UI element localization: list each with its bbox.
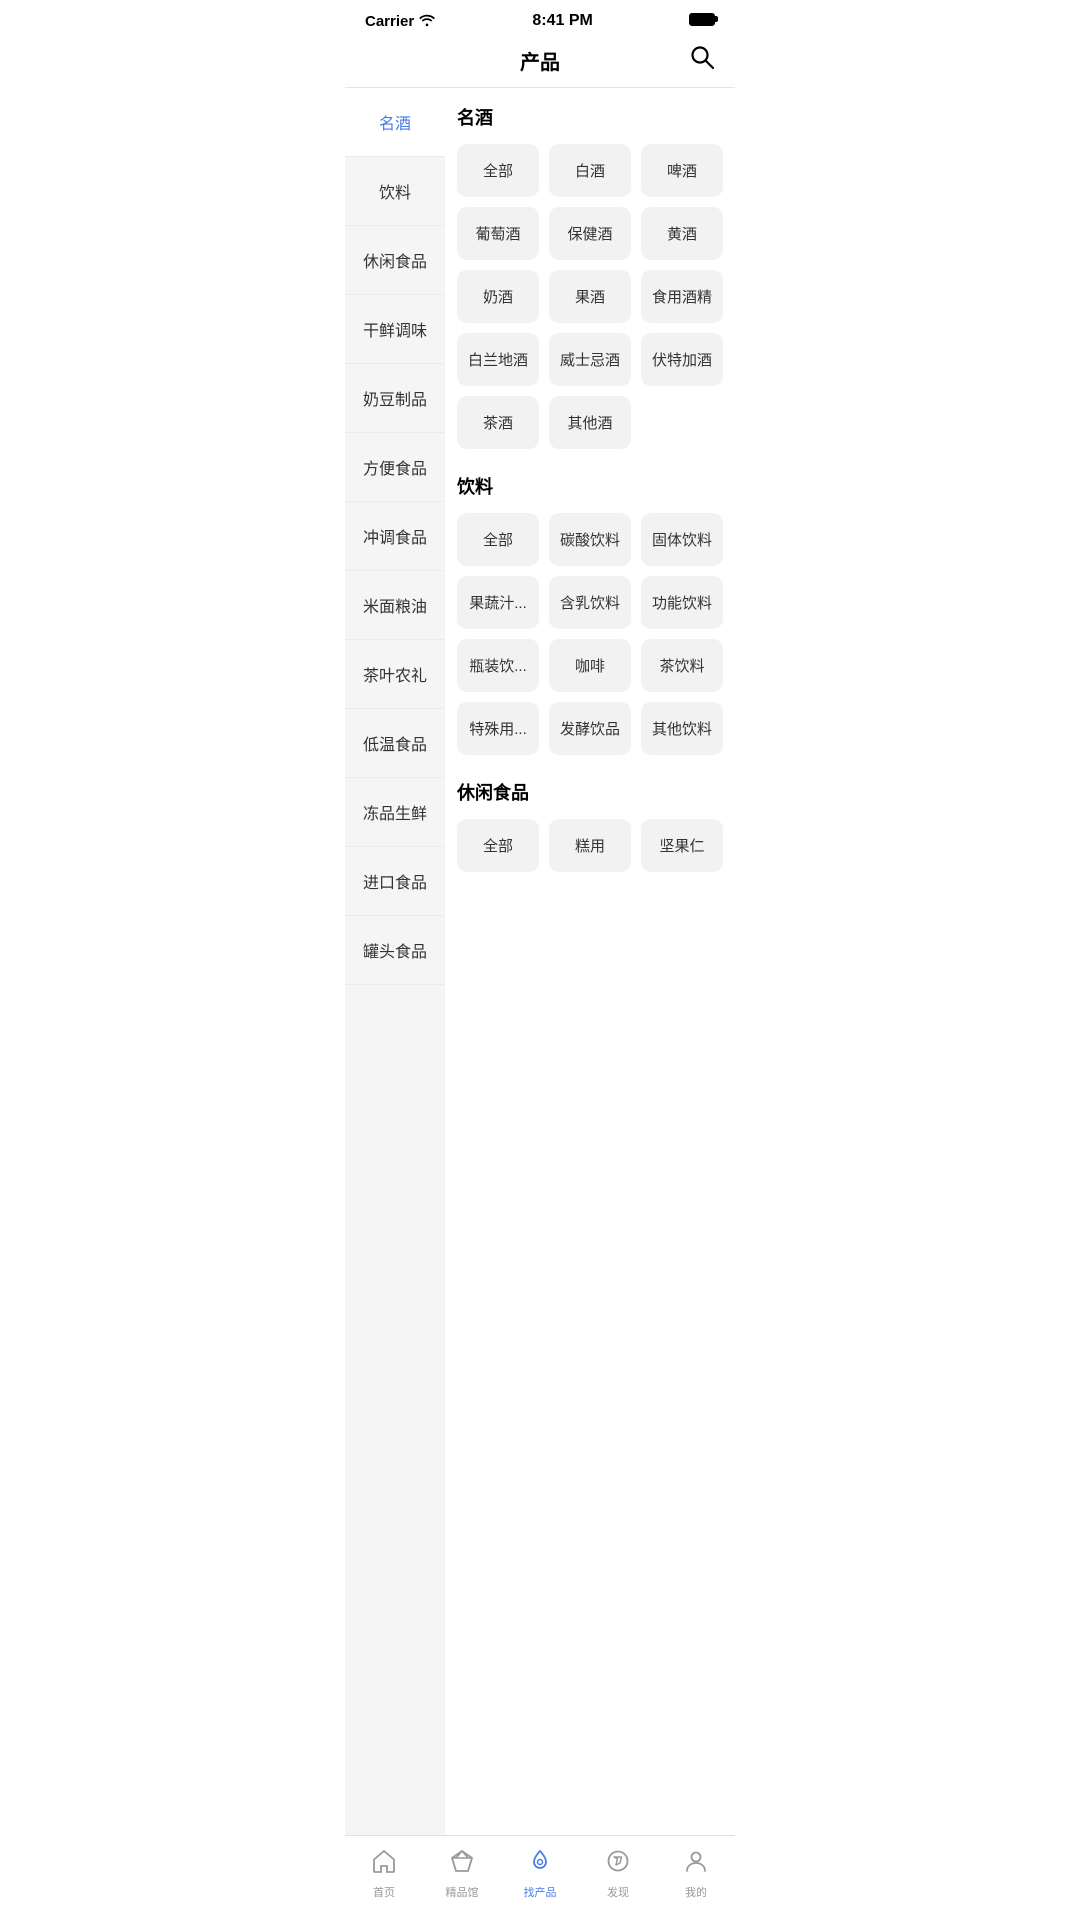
tag-xx-quanbu[interactable]: 全部: [457, 819, 539, 872]
category-sidebar: 名酒 饮料 休闲食品 干鲜调味 奶豆制品 方便食品 冲调食品 米面粮油 茶叶农礼…: [345, 88, 445, 1838]
find-icon: [527, 1848, 553, 1880]
tag-pinzhuang[interactable]: 瓶装饮...: [457, 639, 539, 692]
tag-pijiu[interactable]: 啤酒: [641, 144, 723, 197]
status-time: 8:41 PM: [532, 12, 592, 30]
page-header: 产品: [345, 36, 735, 87]
page-title: 产品: [520, 46, 560, 75]
tab-products-label: 找产品: [524, 1884, 557, 1900]
tags-grid-yinliao: 全部 碳酸饮料 固体饮料 果蔬汁... 含乳饮料 功能饮料 瓶装饮... 咖啡 …: [457, 513, 723, 755]
sidebar-item-diwen[interactable]: 低温食品: [345, 709, 445, 778]
tab-mine-label: 我的: [685, 1884, 707, 1900]
tab-home[interactable]: 首页: [345, 1844, 423, 1904]
tag-huangjiu[interactable]: 黄酒: [641, 207, 723, 260]
tag-fajiao[interactable]: 发酵饮品: [549, 702, 631, 755]
tag-qitayinliao[interactable]: 其他饮料: [641, 702, 723, 755]
tag-kafei[interactable]: 咖啡: [549, 639, 631, 692]
sidebar-item-chaye[interactable]: 茶叶农礼: [345, 640, 445, 709]
status-bar: Carrier 8:41 PM: [345, 0, 735, 36]
sidebar-item-dongpin[interactable]: 冻品生鲜: [345, 778, 445, 847]
sidebar-item-ganxian[interactable]: 干鲜调味: [345, 295, 445, 364]
tag-jianguoren[interactable]: 坚果仁: [641, 819, 723, 872]
tab-discover[interactable]: 发现: [579, 1844, 657, 1904]
tag-baijiu[interactable]: 白酒: [549, 144, 631, 197]
tag-putaojiu[interactable]: 葡萄酒: [457, 207, 539, 260]
sidebar-item-mingjiu[interactable]: 名酒: [345, 88, 445, 157]
tag-gongneng[interactable]: 功能饮料: [641, 576, 723, 629]
discover-icon: [605, 1848, 631, 1880]
section-yinliao: 饮料 全部 碳酸饮料 固体饮料 果蔬汁... 含乳饮料 功能饮料 瓶装饮... …: [457, 473, 723, 755]
tag-gaoyong[interactable]: 糕用: [549, 819, 631, 872]
search-button[interactable]: [689, 44, 715, 77]
tag-qitajiu[interactable]: 其他酒: [549, 396, 631, 449]
tag-quanbu[interactable]: 全部: [457, 144, 539, 197]
tab-home-label: 首页: [373, 1884, 395, 1900]
tag-gutiyinliao[interactable]: 固体饮料: [641, 513, 723, 566]
section-xiuxian: 休闲食品 全部 糕用 坚果仁: [457, 779, 723, 872]
tag-guoshuzhi[interactable]: 果蔬汁...: [457, 576, 539, 629]
section-title-yinliao: 饮料: [457, 473, 723, 499]
main-content: 名酒 饮料 休闲食品 干鲜调味 奶豆制品 方便食品 冲调食品 米面粮油 茶叶农礼…: [345, 88, 735, 1838]
tag-guojiu[interactable]: 果酒: [549, 270, 631, 323]
carrier-text: Carrier: [365, 13, 414, 30]
wifi-icon: [418, 13, 436, 30]
diamond-icon: [449, 1848, 475, 1880]
tag-futejia[interactable]: 伏特加酒: [641, 333, 723, 386]
tag-bailandi[interactable]: 白兰地酒: [457, 333, 539, 386]
sidebar-item-jinkou[interactable]: 进口食品: [345, 847, 445, 916]
tag-yl-quanbu[interactable]: 全部: [457, 513, 539, 566]
tag-chajiu[interactable]: 茶酒: [457, 396, 539, 449]
sidebar-item-yinliao[interactable]: 饮料: [345, 157, 445, 226]
user-icon: [683, 1848, 709, 1880]
section-title-mingjiu: 名酒: [457, 104, 723, 130]
tab-bar: 首页 精品馆 找产品 发现: [345, 1835, 735, 1920]
sidebar-item-guantou[interactable]: 罐头食品: [345, 916, 445, 985]
tag-tansuanyinliao[interactable]: 碳酸饮料: [549, 513, 631, 566]
tags-grid-xiuxian: 全部 糕用 坚果仁: [457, 819, 723, 872]
tag-naijiu[interactable]: 奶酒: [457, 270, 539, 323]
tag-weishiji[interactable]: 威士忌酒: [549, 333, 631, 386]
tag-teshu[interactable]: 特殊用...: [457, 702, 539, 755]
tab-products[interactable]: 找产品: [501, 1844, 579, 1904]
sidebar-item-chongtiao[interactable]: 冲调食品: [345, 502, 445, 571]
tab-premium-label: 精品馆: [446, 1884, 479, 1900]
sidebar-item-mimian[interactable]: 米面粮油: [345, 571, 445, 640]
tag-hanru[interactable]: 含乳饮料: [549, 576, 631, 629]
sidebar-item-naidou[interactable]: 奶豆制品: [345, 364, 445, 433]
home-icon: [371, 1848, 397, 1880]
tag-shiyong[interactable]: 食用酒精: [641, 270, 723, 323]
sidebar-item-fangbian[interactable]: 方便食品: [345, 433, 445, 502]
section-mingjiu: 名酒 全部 白酒 啤酒 葡萄酒 保健酒 黄酒 奶酒 果酒 食用酒精 白兰地酒 威…: [457, 104, 723, 449]
tab-mine[interactable]: 我的: [657, 1844, 735, 1904]
tab-premium[interactable]: 精品馆: [423, 1844, 501, 1904]
sidebar-item-xiuxian[interactable]: 休闲食品: [345, 226, 445, 295]
tab-discover-label: 发现: [607, 1884, 629, 1900]
category-content: 名酒 全部 白酒 啤酒 葡萄酒 保健酒 黄酒 奶酒 果酒 食用酒精 白兰地酒 威…: [445, 88, 735, 1838]
tag-baojian[interactable]: 保健酒: [549, 207, 631, 260]
tags-grid-mingjiu: 全部 白酒 啤酒 葡萄酒 保健酒 黄酒 奶酒 果酒 食用酒精 白兰地酒 威士忌酒…: [457, 144, 723, 449]
carrier-wifi: Carrier: [365, 13, 436, 30]
tag-chayinliao[interactable]: 茶饮料: [641, 639, 723, 692]
battery-indicator: [689, 13, 715, 30]
section-title-xiuxian: 休闲食品: [457, 779, 723, 805]
